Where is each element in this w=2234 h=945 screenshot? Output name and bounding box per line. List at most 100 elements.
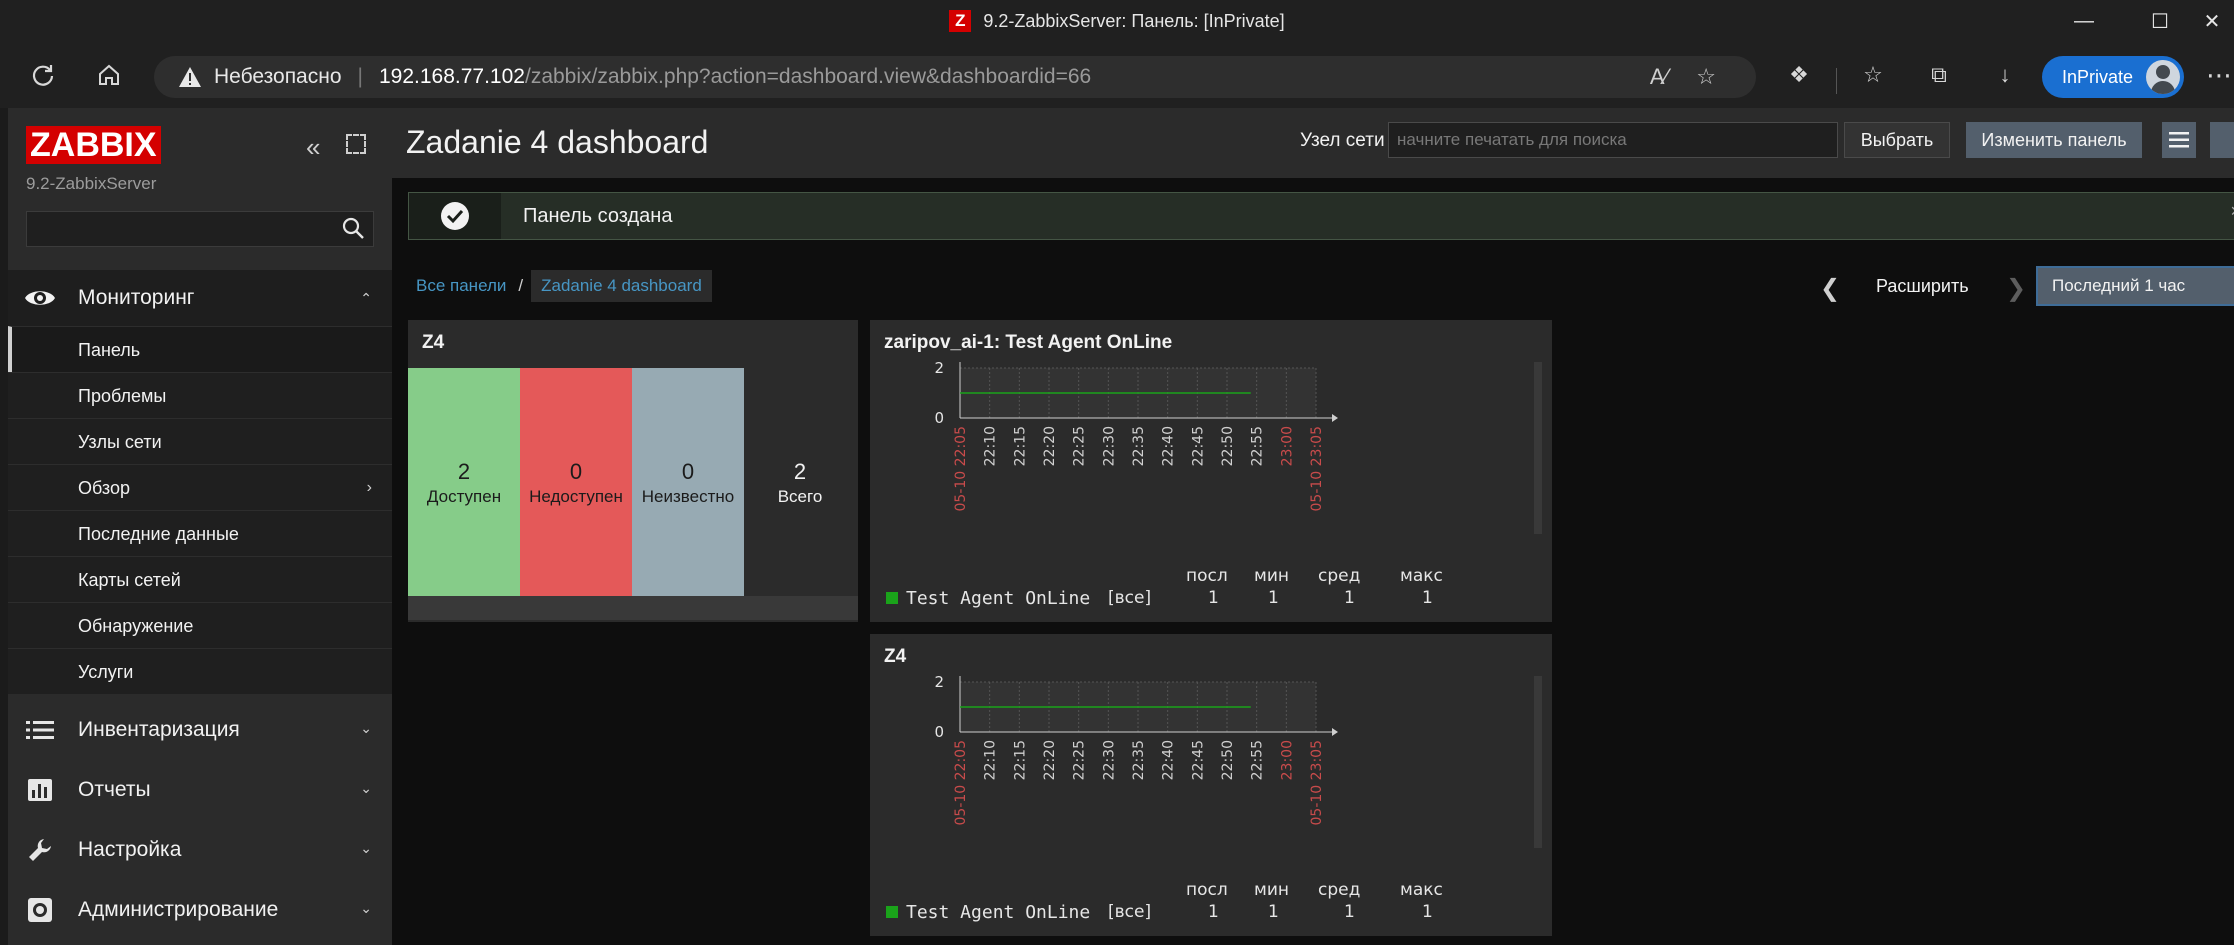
refresh-button[interactable] (22, 54, 64, 96)
submenu-item-overview[interactable]: Обзор › (8, 464, 392, 510)
timeframe-period-button[interactable]: Последний 1 час (2036, 266, 2234, 306)
chevron-down-icon: ⌄ (360, 840, 372, 856)
eye-icon (24, 286, 56, 310)
menu-administration[interactable]: Администрирование ⌄ (8, 880, 392, 940)
widget-scrollbar[interactable] (408, 596, 858, 620)
legend-scope: [все] (1108, 588, 1152, 608)
submenu-item-discovery[interactable]: Обнаружение (8, 602, 392, 648)
x-tick-label: 23:00 (1279, 426, 1295, 466)
status-cell-unavailable[interactable]: 0 Недоступен (520, 368, 632, 598)
minimize-button[interactable]: — (2050, 0, 2118, 42)
browser-menu-icon[interactable]: ⋯ (2206, 54, 2234, 96)
submenu-item-maps[interactable]: Карты сетей (8, 556, 392, 602)
timeframe-next-icon[interactable]: ❯ (2006, 274, 2026, 303)
address-bar[interactable]: Небезопасно | 192.168.77.102/zabbix/zabb… (154, 56, 1756, 98)
legend-value-avg: 1 (1344, 902, 1355, 922)
x-tick-label: 05-10 22:05 (953, 740, 969, 825)
page-title: Zadanie 4 dashboard (406, 124, 709, 160)
submenu-item-overview-label: Обзор (78, 478, 130, 498)
select-host-button[interactable]: Выбрать (1844, 122, 1950, 158)
status-cell-unknown[interactable]: 0 Неизвестно (632, 368, 744, 598)
submenu-item-latest-data[interactable]: Последние данные (8, 510, 392, 556)
timeframe-period-label: Последний 1 час (2052, 276, 2186, 295)
success-message-text: Панель создана (523, 205, 673, 227)
widget-scrollbar (1534, 676, 1542, 848)
host-filter-input[interactable]: начните печатать для поиска (1388, 122, 1838, 158)
timeframe-zoom-out[interactable]: Расширить (1876, 276, 1969, 297)
menu-reports-label: Отчеты (78, 778, 151, 801)
menu-reports[interactable]: Отчеты ⌄ (8, 760, 392, 820)
submenu-item-dashboard[interactable]: Панель (8, 326, 392, 372)
breadcrumb-current[interactable]: Zadanie 4 dashboard (531, 270, 712, 302)
graph-chart: 0 2 05-10 22:05 22:10 22:15 22:20 22:25 22:30 22… (934, 676, 1542, 848)
legend-value-min: 1 (1268, 588, 1279, 608)
x-tick-label: 22:15 (1012, 740, 1028, 780)
inprivate-badge[interactable]: InPrivate (2042, 56, 2184, 98)
widget-title: zaripov_ai-1: Test Agent OnLine (884, 332, 1173, 353)
x-tick-label: 22:40 (1161, 740, 1177, 780)
favorites-icon[interactable]: ☆ (1852, 54, 1894, 96)
status-label: Всего (777, 487, 823, 506)
legend-color-swatch (886, 906, 898, 918)
browser-titlebar: Z 9.2-ZabbixServer: Панель: [InPrivate] … (0, 0, 2234, 42)
legend-value-avg: 1 (1344, 588, 1355, 608)
read-aloud-icon[interactable]: A⁄ (1650, 64, 1668, 90)
graph-chart: 0 2 05-10 22:05 22:10 22:15 22:20 22:25 22:30 22… (934, 362, 1542, 534)
collections-icon[interactable]: ⧉ (1918, 54, 1960, 96)
sidebar: ZABBIX « 9.2-ZabbixServer Мониторинг ⌃ П… (8, 108, 392, 945)
url-separator: | (357, 65, 363, 88)
legend-header-min: мин (1254, 566, 1289, 586)
x-tick-label: 22:45 (1190, 426, 1206, 466)
timeframe-prev-icon[interactable]: ❮ (1820, 274, 1840, 303)
downloads-icon[interactable]: ↓ (1984, 54, 2026, 96)
home-button[interactable] (88, 54, 130, 96)
legend-header-avg: сред (1318, 880, 1361, 900)
x-tick-label: 22:25 (1072, 426, 1088, 466)
submenu-item-problems[interactable]: Проблемы (8, 372, 392, 418)
submenu-item-hosts[interactable]: Узлы сети (8, 418, 392, 464)
insecure-label[interactable]: Небезопасно (214, 65, 342, 89)
x-tick-label: 22:25 (1072, 740, 1088, 780)
window-title-text: 9.2-ZabbixServer: Панель: [InPrivate] (983, 10, 1285, 31)
status-label: Недоступен (529, 487, 623, 506)
status-label: Неизвестно (641, 487, 735, 506)
maximize-button[interactable]: ☐ (2126, 0, 2194, 42)
dashboard-actions-button[interactable] (2162, 122, 2196, 158)
chevron-up-icon: ⌃ (360, 290, 372, 306)
legend-header-avg: сред (1318, 566, 1361, 586)
status-count: 2 (793, 459, 807, 484)
monitoring-submenu: Панель Проблемы Узлы сети Обзор › Послед… (8, 326, 392, 694)
menu-monitoring[interactable]: Мониторинг ⌃ (8, 270, 392, 326)
close-message-icon[interactable]: × (2230, 201, 2234, 222)
x-tick-label: 05-10 23:05 (1309, 740, 1325, 825)
reports-icon (24, 778, 56, 802)
legend-value-max: 1 (1422, 588, 1433, 608)
extensions-icon[interactable]: ❖ (1778, 54, 1820, 96)
x-tick-label: 22:35 (1131, 740, 1147, 780)
x-tick-label: 22:55 (1250, 740, 1266, 780)
submenu-item-services[interactable]: Услуги (8, 648, 392, 694)
x-tick-label: 22:40 (1161, 426, 1177, 466)
collapse-sidebar-icon[interactable]: « (306, 132, 320, 163)
x-tick-label: 22:10 (983, 740, 999, 780)
close-window-button[interactable]: ✕ (2190, 0, 2234, 42)
legend-row: Test Agent OnLine (886, 588, 1090, 609)
breadcrumb-all-dashboards[interactable]: Все панели (416, 276, 506, 296)
add-favorite-icon[interactable]: ☆ (1696, 64, 1716, 90)
sidebar-search-input[interactable] (26, 211, 374, 247)
status-cell-available[interactable]: 2 Доступен (408, 368, 520, 598)
fullscreen-button[interactable] (2210, 122, 2234, 158)
chevron-down-icon: ⌄ (360, 780, 372, 796)
status-cell-total[interactable]: 2 Всего (744, 368, 856, 598)
zabbix-logo[interactable]: ZABBIX (26, 126, 161, 164)
x-tick-label: 22:50 (1220, 740, 1236, 780)
search-icon[interactable] (341, 216, 365, 245)
gear-icon (24, 898, 56, 922)
hide-sidebar-icon[interactable] (346, 134, 366, 154)
edit-dashboard-button[interactable]: Изменить панель (1966, 122, 2142, 158)
url-path: /zabbix/zabbix.php?action=dashboard.view… (524, 65, 1092, 88)
chevron-down-icon: ⌄ (360, 720, 372, 736)
menu-configuration[interactable]: Настройка ⌄ (8, 820, 392, 880)
menu-inventory[interactable]: Инвентаризация ⌄ (8, 700, 392, 760)
chevron-down-icon: ⌄ (360, 900, 372, 916)
